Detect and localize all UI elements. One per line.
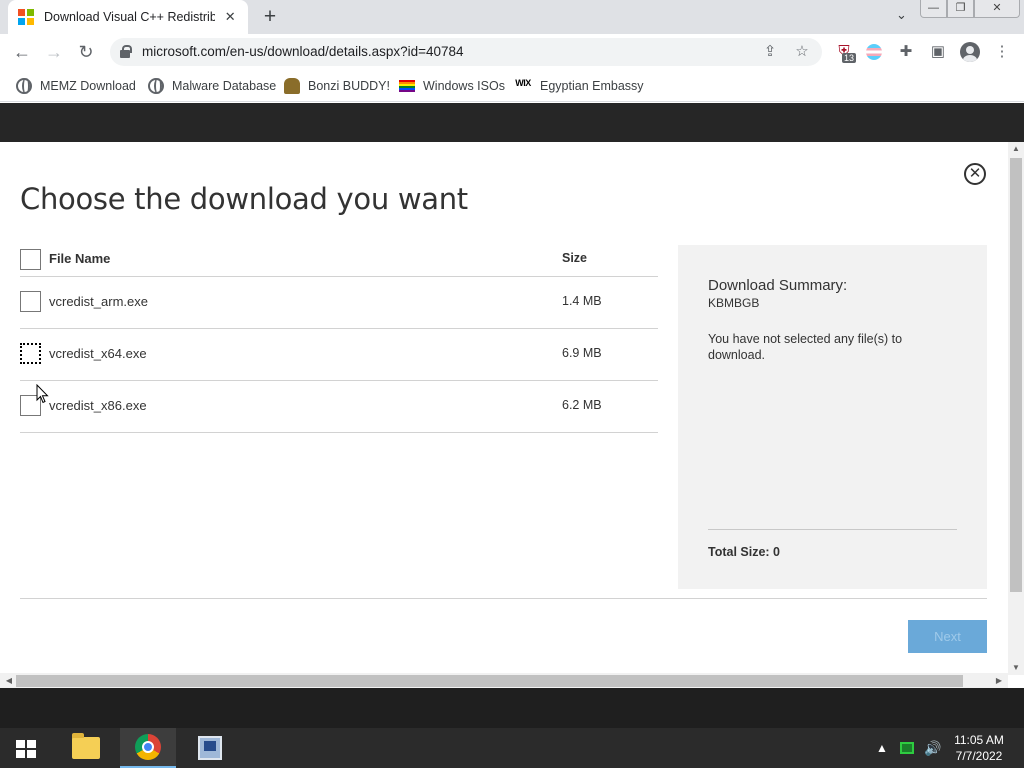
bookmark-memz[interactable]: MEMZ Download [16, 76, 136, 96]
bookmark-label: Windows ISOs [423, 79, 505, 93]
bonzi-icon [284, 78, 300, 94]
taskbar-chrome[interactable] [120, 728, 176, 768]
restore-button[interactable]: ❐ [947, 0, 974, 18]
forward-button[interactable]: → [40, 38, 68, 66]
close-window-button[interactable]: ✕ [974, 0, 1020, 18]
bookmark-malware-database[interactable]: Malware Database [148, 76, 276, 96]
scrollbar-thumb[interactable] [1010, 158, 1022, 592]
bookmark-bonzi-buddy[interactable]: Bonzi BUDDY! [284, 76, 390, 96]
globe-icon [148, 78, 164, 94]
share-icon[interactable]: ⇪ [760, 42, 780, 62]
site-header-band [0, 103, 1024, 142]
reload-button[interactable]: ↻ [72, 38, 100, 66]
summary-subtitle: KBMBGB [708, 296, 760, 310]
file-name: vcredist_x64.exe [49, 346, 147, 361]
url-text: microsoft.com/en-us/download/details.asp… [142, 44, 464, 59]
microsoft-logo-icon [18, 9, 34, 25]
table-row[interactable]: vcredist_x86.exe 6.2 MB [20, 381, 658, 433]
close-dialog-button[interactable]: ✕ [964, 163, 986, 185]
volume-icon[interactable]: 🔊 [924, 728, 941, 768]
file-size: 6.9 MB [562, 346, 602, 360]
system-clock[interactable]: 11:05 AM 7/7/2022 [950, 732, 1008, 764]
file-name: vcredist_arm.exe [49, 294, 148, 309]
tab-strip: Download Visual C++ Redistribu ✕ + ⌄ — ❐… [0, 0, 1024, 34]
back-button[interactable]: ← [8, 38, 36, 66]
desktop-strip [0, 688, 1024, 728]
divider [20, 598, 987, 599]
select-all-checkbox[interactable] [20, 249, 41, 270]
lock-icon[interactable] [120, 45, 132, 58]
window-controls: — ❐ ✕ [920, 0, 1020, 18]
taskbar-installer[interactable] [182, 728, 238, 768]
menu-kebab-icon[interactable]: ⋮ [992, 42, 1012, 62]
browser-toolbar: ← → ↻ microsoft.com/en-us/download/detai… [0, 34, 1024, 70]
next-button[interactable]: Next [908, 620, 987, 653]
clock-date: 7/7/2022 [955, 749, 1003, 763]
file-size: 6.2 MB [562, 398, 602, 412]
file-name: vcredist_x86.exe [49, 398, 147, 413]
column-header-name: File Name [49, 251, 111, 266]
rainbow-flag-icon [399, 80, 415, 92]
page-viewport: ✕ Choose the download you want File Name… [0, 103, 1024, 688]
vertical-scrollbar[interactable]: ▲ ▼ [1008, 142, 1024, 675]
file-table: File Name Size vcredist_arm.exe 1.4 MB v… [20, 242, 658, 433]
profile-avatar[interactable] [960, 42, 980, 62]
scroll-down-icon[interactable]: ▼ [1008, 661, 1024, 675]
screen: Download Visual C++ Redistribu ✕ + ⌄ — ❐… [0, 0, 1024, 768]
file-checkbox[interactable] [20, 343, 41, 364]
bookmark-label: Bonzi BUDDY! [308, 79, 390, 93]
address-bar[interactable]: microsoft.com/en-us/download/details.asp… [110, 38, 822, 66]
bookmark-star-icon[interactable]: ☆ [792, 42, 812, 62]
extension-badge: 13 [842, 53, 857, 63]
close-tab-icon[interactable]: ✕ [223, 9, 239, 25]
scroll-left-icon[interactable]: ◀ [2, 673, 16, 688]
extension-flag-icon[interactable] [864, 42, 884, 62]
file-checkbox[interactable] [20, 291, 41, 312]
tab-title: Download Visual C++ Redistribu [44, 10, 215, 24]
windows-start-icon[interactable] [16, 740, 36, 758]
table-row[interactable]: vcredist_x64.exe 6.9 MB [20, 329, 658, 381]
bookmark-label: MEMZ Download [40, 79, 136, 93]
bookmarks-bar: MEMZ Download Malware Database Bonzi BUD… [0, 70, 1024, 102]
taskbar-file-explorer[interactable] [58, 728, 114, 768]
bookmark-windows-isos[interactable]: Windows ISOs [399, 76, 505, 96]
download-dialog: ✕ Choose the download you want File Name… [0, 142, 1008, 675]
tray-overflow-icon[interactable]: ▲ [876, 728, 888, 768]
file-size: 1.4 MB [562, 294, 602, 308]
column-header-size: Size [562, 251, 588, 265]
clock-time: 11:05 AM [954, 733, 1004, 747]
extension-shield-icon[interactable]: ⛨ 13 [834, 42, 857, 63]
table-row[interactable]: vcredist_arm.exe 1.4 MB [20, 277, 658, 329]
browser-tab[interactable]: Download Visual C++ Redistribu ✕ [8, 0, 248, 34]
side-panel-icon[interactable]: ▣ [928, 42, 948, 62]
summary-message: You have not selected any file(s) to dow… [708, 332, 903, 362]
bookmark-egyptian-embassy[interactable]: WIX Egyptian Embassy [514, 76, 644, 96]
dialog-title: Choose the download you want [20, 182, 468, 216]
taskbar: ▲ 🔊 11:05 AM 7/7/2022 [0, 728, 1024, 768]
bookmark-label: Egyptian Embassy [540, 79, 644, 93]
summary-title: Download Summary: [708, 277, 848, 294]
tab-search-icon[interactable]: ⌄ [896, 7, 907, 23]
download-summary-panel: Download Summary: KBMBGB You have not se… [678, 245, 987, 589]
folder-icon [72, 733, 100, 759]
chrome-icon [135, 734, 161, 760]
total-size: Total Size: 0 [708, 545, 781, 559]
scroll-up-icon[interactable]: ▲ [1008, 142, 1024, 156]
divider [708, 529, 957, 530]
globe-icon [16, 78, 32, 94]
mouse-cursor-icon [36, 384, 49, 404]
battery-icon[interactable] [900, 728, 914, 768]
minimize-button[interactable]: — [920, 0, 947, 18]
wix-icon: WIX [515, 78, 531, 88]
scrollbar-thumb[interactable] [16, 675, 963, 687]
bookmark-label: Malware Database [172, 79, 277, 93]
scroll-right-icon[interactable]: ▶ [992, 673, 1006, 688]
new-tab-button[interactable]: + [258, 5, 282, 29]
table-header-row: File Name Size [20, 242, 658, 277]
horizontal-scrollbar[interactable]: ◀ ▶ [0, 673, 1008, 688]
installer-icon [198, 736, 222, 760]
extensions-puzzle-icon[interactable]: ✚ [896, 42, 916, 62]
